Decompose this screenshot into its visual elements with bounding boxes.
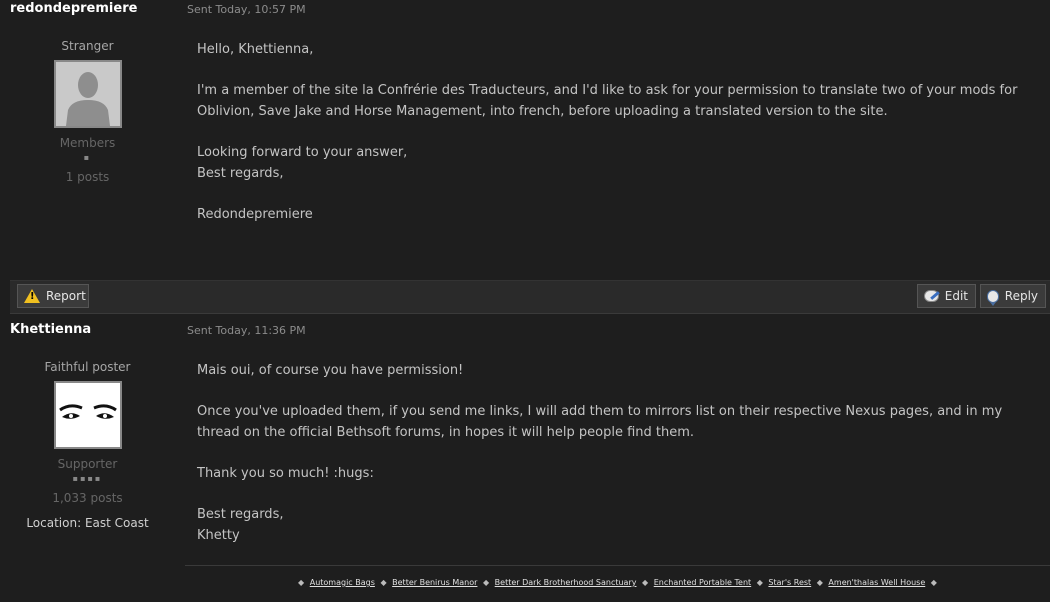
signature-separator: ◆ (756, 578, 763, 587)
report-label: Report (46, 289, 86, 303)
rank-pips: ▪ (83, 153, 92, 162)
signature-link[interactable]: Automagic Bags (310, 578, 375, 587)
post-count: 1,033 posts (52, 491, 123, 505)
body-signoff: Redondepremiere (197, 207, 313, 222)
body-greeting: Hello, Khettienna, (197, 42, 314, 57)
author-name[interactable]: redondepremiere (10, 1, 137, 16)
reply-label: Reply (1004, 289, 1038, 303)
user-location: Location: East Coast (0, 516, 175, 530)
location-value: East Coast (84, 516, 149, 530)
body-line: Best regards, (197, 166, 284, 181)
eyes-avatar-icon (55, 383, 120, 447)
edit-pencil-icon (924, 288, 940, 304)
body-signoff: Khetty (197, 528, 240, 543)
signature-link[interactable]: Better Dark Brotherhood Sanctuary (495, 578, 637, 587)
signature: ◆ Automagic Bags ◆ Better Benirus Manor … (185, 578, 1050, 587)
signature-link[interactable]: Star's Rest (768, 578, 811, 587)
user-rank: Stranger (61, 39, 114, 53)
speech-bubble-icon (987, 289, 999, 306)
user-info-panel: Faithful poster Supporter ▪▪▪▪ 1,033 pos… (0, 359, 175, 530)
reply-button[interactable]: Reply (980, 284, 1046, 308)
body-line: Thank you so much! :hugs: (197, 466, 374, 481)
signature-separator: ◆ (380, 578, 387, 587)
body-paragraph: Once you've uploaded them, if you send m… (197, 404, 1003, 440)
avatar[interactable] (53, 60, 122, 128)
warning-icon: ! (24, 289, 40, 303)
user-info-panel: Stranger Members ▪ 1 posts (0, 38, 175, 185)
post-toolbar: ! Report Edit Reply (10, 280, 1050, 314)
signature-link[interactable]: Amen'thalas Well House (828, 578, 925, 587)
edit-label: Edit (944, 289, 968, 303)
avatar[interactable] (53, 381, 122, 449)
user-group: Supporter (57, 457, 118, 471)
signature-separator: ◆ (482, 578, 490, 587)
default-avatar-icon (55, 62, 120, 126)
message-body: Hello, Khettienna, I'm a member of the s… (197, 39, 1037, 245)
location-label: Location: (26, 516, 82, 530)
message-post-1: redondepremiere Sent Today, 10:57 PM Str… (0, 0, 1050, 280)
body-line: Best regards, (197, 507, 284, 522)
user-rank: Faithful poster (44, 360, 131, 374)
signature-separator: ◆ (298, 578, 305, 587)
rank-pips: ▪▪▪▪ (72, 474, 103, 483)
body-line: Looking forward to your answer, (197, 145, 408, 160)
report-button[interactable]: ! Report (17, 284, 89, 308)
sent-timestamp: Sent Today, 10:57 PM (187, 3, 306, 16)
post-count: 1 posts (65, 170, 110, 184)
signature-link[interactable]: Enchanted Portable Tent (654, 578, 751, 587)
signature-link[interactable]: Better Benirus Manor (392, 578, 477, 587)
body-line: Mais oui, of course you have permission! (197, 363, 464, 378)
signature-divider (185, 565, 1050, 566)
signature-separator: ◆ (642, 578, 649, 587)
message-post-2: Khettienna Sent Today, 11:36 PM Faithful… (0, 318, 1050, 602)
author-name[interactable]: Khettienna (10, 322, 91, 337)
body-paragraph: I'm a member of the site la Confrérie de… (197, 83, 1018, 119)
message-body: Mais oui, of course you have permission!… (197, 360, 1037, 566)
signature-separator: ◆ (816, 578, 823, 587)
edit-button[interactable]: Edit (917, 284, 976, 308)
signature-separator: ◆ (930, 578, 937, 587)
sent-timestamp: Sent Today, 11:36 PM (187, 324, 306, 337)
user-group: Members (59, 136, 116, 150)
